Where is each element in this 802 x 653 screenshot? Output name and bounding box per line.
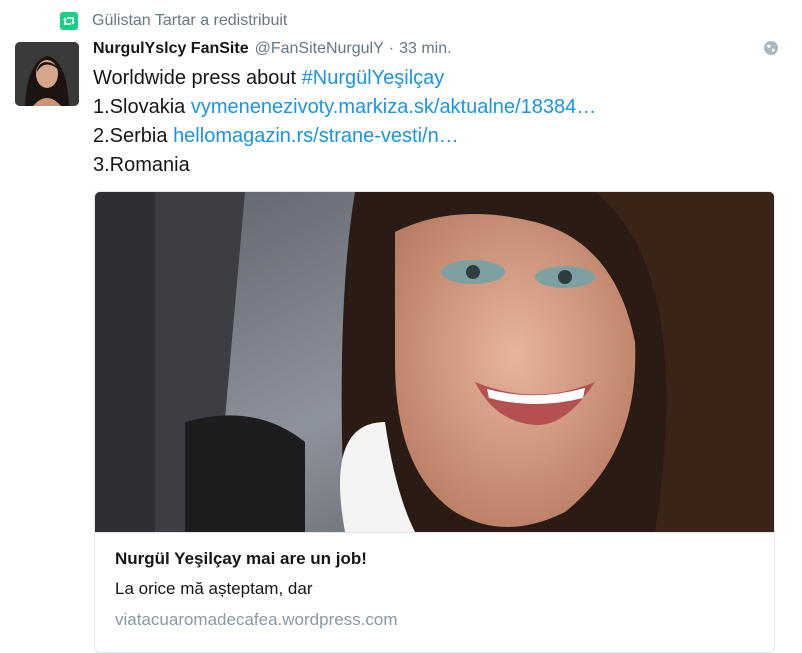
- card-title: Nurgül Yeşilçay mai are un job!: [115, 549, 367, 568]
- url-link-slovakia[interactable]: vymenenezivoty.markiza.sk/aktualne/18384…: [191, 96, 596, 118]
- hashtag-link[interactable]: #NurgülYeşilçay: [302, 67, 445, 89]
- tweet-header: NurgulYslcy FanSite @FanSiteNurgulY · 33…: [93, 38, 782, 60]
- text-segment: 2.Serbia: [93, 125, 174, 147]
- retweet-icon: [60, 12, 78, 30]
- link-card[interactable]: Nurgül Yeşilçay mai are un job! La orice…: [94, 191, 775, 653]
- text-segment: 1.Slovakia: [93, 96, 191, 118]
- text-segment: Worldwide press about: [93, 67, 302, 89]
- separator: ·: [388, 40, 395, 57]
- tweet-text: Worldwide press about #NurgülYeşilçay 1.…: [93, 64, 773, 180]
- avatar[interactable]: [15, 42, 79, 106]
- text-segment: 3.Romania: [93, 154, 190, 176]
- tweet-timestamp[interactable]: 33 min.: [399, 40, 451, 58]
- retweet-context: Gülistan Tartar a redistribuit: [60, 10, 287, 32]
- tweet-line-1: Worldwide press about #NurgülYeşilçay: [93, 64, 773, 93]
- tweet-line-3: 2.Serbia hellomagazin.rs/strane-vesti/n…: [93, 122, 773, 151]
- url-link-serbia[interactable]: hellomagazin.rs/strane-vesti/n…: [173, 125, 459, 147]
- card-image[interactable]: [95, 192, 774, 532]
- tweet-line-4: 3.Romania: [93, 151, 773, 180]
- card-description: La orice mă așteptam, dar: [115, 579, 313, 598]
- globe-icon[interactable]: [764, 41, 778, 55]
- author-handle[interactable]: @FanSiteNurgulY: [255, 40, 384, 58]
- card-body[interactable]: Nurgül Yeşilçay mai are un job! La orice…: [95, 532, 774, 652]
- retweeter-link[interactable]: Gülistan Tartar a redistribuit: [92, 12, 287, 30]
- tweet-line-2: 1.Slovakia vymenenezivoty.markiza.sk/akt…: [93, 93, 773, 122]
- author-name[interactable]: NurgulYslcy FanSite: [93, 40, 249, 58]
- card-domain: viatacuaromadecafea.wordpress.com: [115, 610, 398, 629]
